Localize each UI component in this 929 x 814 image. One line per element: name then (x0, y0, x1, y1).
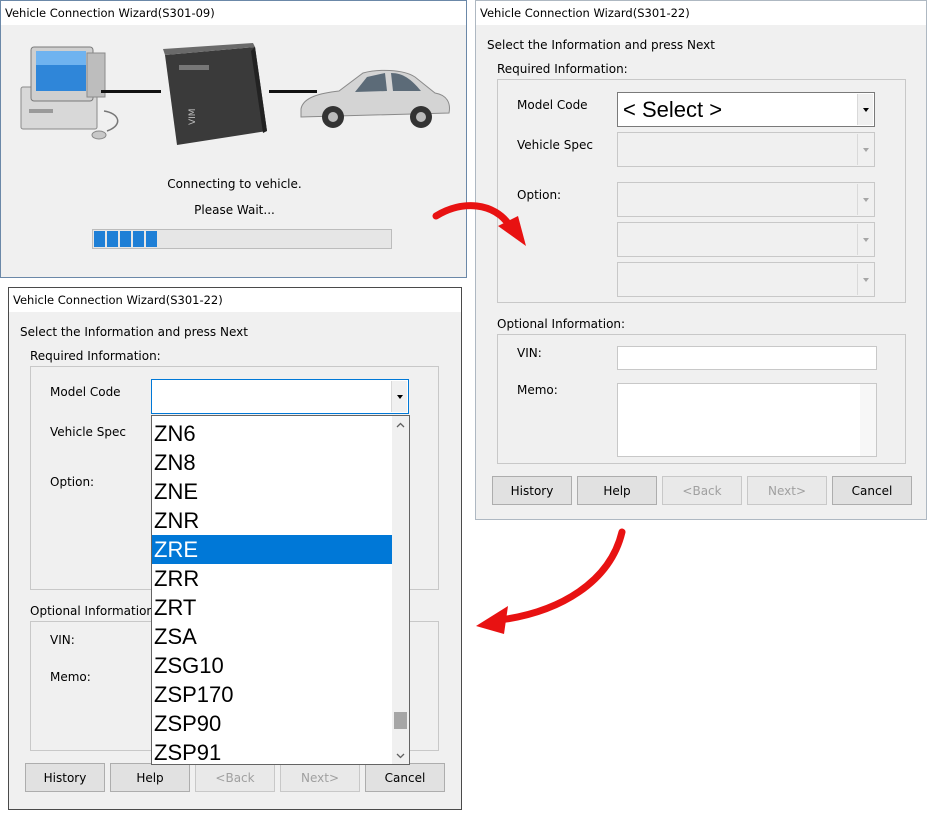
dropdown-options: ZN6 ZN8 ZNE ZNR ZRE ZRR ZRT ZSA ZSG10 ZSP170 ZSP90… (152, 419, 392, 764)
option-label: Option: (50, 475, 95, 489)
model-code-select[interactable] (151, 379, 409, 414)
progress-segment (120, 231, 131, 247)
title-bar: Vehicle Connection Wizard(S301-09) (1, 1, 466, 25)
scroll-thumb[interactable] (394, 712, 407, 729)
chevron-down-icon[interactable] (857, 184, 873, 215)
dropdown-option[interactable]: ZNE (152, 477, 392, 506)
status-line-1: Connecting to vehicle. (167, 177, 302, 191)
vin-input[interactable] (617, 346, 877, 370)
vehicle-spec-select[interactable] (617, 132, 875, 167)
dropdown-option[interactable]: ZN8 (152, 448, 392, 477)
car-icon (300, 69, 450, 128)
dropdown-option[interactable]: ZSP170 (152, 680, 392, 709)
progress-segment (146, 231, 157, 247)
memo-label: Memo: (50, 670, 91, 684)
chevron-down-icon[interactable] (857, 264, 873, 295)
optional-info-label: Optional Information: (30, 604, 159, 618)
info-window: Vehicle Connection Wizard(S301-22) Selec… (475, 0, 927, 520)
option-select-3[interactable] (617, 262, 875, 297)
option-select-1[interactable] (617, 182, 875, 217)
vehicle-spec-label: Vehicle Spec (50, 425, 126, 439)
red-arrow-2-icon (476, 528, 626, 634)
scroll-up-icon[interactable] (392, 416, 409, 433)
vin-label: VIN: (50, 633, 75, 647)
model-code-label: Model Code (50, 385, 121, 399)
progress-segment (133, 231, 144, 247)
dropdown-option[interactable]: ZN6 (152, 419, 392, 448)
connect-window: Vehicle Connection Wizard(S301-09) VIM C… (0, 0, 467, 278)
chevron-down-icon[interactable] (857, 134, 873, 165)
dropdown-option[interactable]: ZNR (152, 506, 392, 535)
help-button[interactable]: Help (577, 476, 657, 505)
vim-label: VIM (188, 108, 198, 125)
title-bar: Vehicle Connection Wizard(S301-22) (9, 288, 461, 312)
cancel-button[interactable]: Cancel (365, 763, 445, 792)
status-line-2: Please Wait... (194, 203, 275, 217)
instruction-text: Select the Information and press Next (487, 38, 715, 52)
vim-device-icon: VIM (163, 43, 267, 145)
computer-icon (20, 46, 119, 140)
model-code-value: < Select > (623, 97, 723, 122)
red-arrow-1-icon (432, 202, 526, 246)
dropdown-option[interactable]: ZSP90 (152, 709, 392, 738)
back-button[interactable]: <Back (195, 763, 275, 792)
dropdown-option[interactable]: ZSP91 (152, 738, 392, 764)
chevron-down-icon[interactable] (857, 224, 873, 255)
progress-segment (107, 231, 118, 247)
vin-label: VIN: (517, 346, 542, 360)
memo-label: Memo: (517, 383, 558, 397)
dropdown-option[interactable]: ZRE (152, 535, 392, 564)
dropdown-option[interactable]: ZSG10 (152, 651, 392, 680)
window-title: Vehicle Connection Wizard(S301-22) (480, 6, 690, 20)
chevron-down-icon[interactable] (857, 94, 873, 125)
history-button[interactable]: History (492, 476, 572, 505)
option-select-2[interactable] (617, 222, 875, 257)
title-bar: Vehicle Connection Wizard(S301-22) (476, 1, 926, 25)
window-title: Vehicle Connection Wizard(S301-09) (5, 6, 215, 20)
optional-info-label: Optional Information: (497, 317, 626, 331)
progress-bar (92, 229, 392, 249)
progress-segment (94, 231, 105, 247)
dropdown-scrollbar[interactable] (392, 416, 409, 764)
required-info-label: Required Information: (30, 349, 161, 363)
dropdown-option[interactable]: ZRT (152, 593, 392, 622)
help-button[interactable]: Help (110, 763, 190, 792)
next-button[interactable]: Next> (280, 763, 360, 792)
dropdown-option[interactable]: ZRR (152, 564, 392, 593)
memo-textarea[interactable] (617, 383, 877, 457)
required-info-label: Required Information: (497, 62, 628, 76)
model-code-label: Model Code (517, 98, 588, 112)
chevron-down-icon[interactable] (391, 381, 407, 412)
scroll-down-icon[interactable] (392, 747, 409, 764)
dropdown-option[interactable]: ZSA (152, 622, 392, 651)
vehicle-spec-label: Vehicle Spec (517, 138, 593, 152)
cancel-button[interactable]: Cancel (832, 476, 912, 505)
instruction-text: Select the Information and press Next (20, 325, 248, 339)
progress-fill (94, 231, 166, 247)
window-title: Vehicle Connection Wizard(S301-22) (13, 293, 223, 307)
next-button[interactable]: Next> (747, 476, 827, 505)
model-code-select[interactable]: < Select > (617, 92, 875, 127)
back-button[interactable]: <Back (662, 476, 742, 505)
model-code-dropdown-list[interactable]: ZN6 ZN8 ZNE ZNR ZRE ZRR ZRT ZSA ZSG10 ZSP170 ZSP90… (151, 415, 410, 765)
history-button[interactable]: History (25, 763, 105, 792)
cable-left (101, 90, 161, 93)
dropdown-window: Vehicle Connection Wizard(S301-22) Selec… (8, 287, 462, 810)
